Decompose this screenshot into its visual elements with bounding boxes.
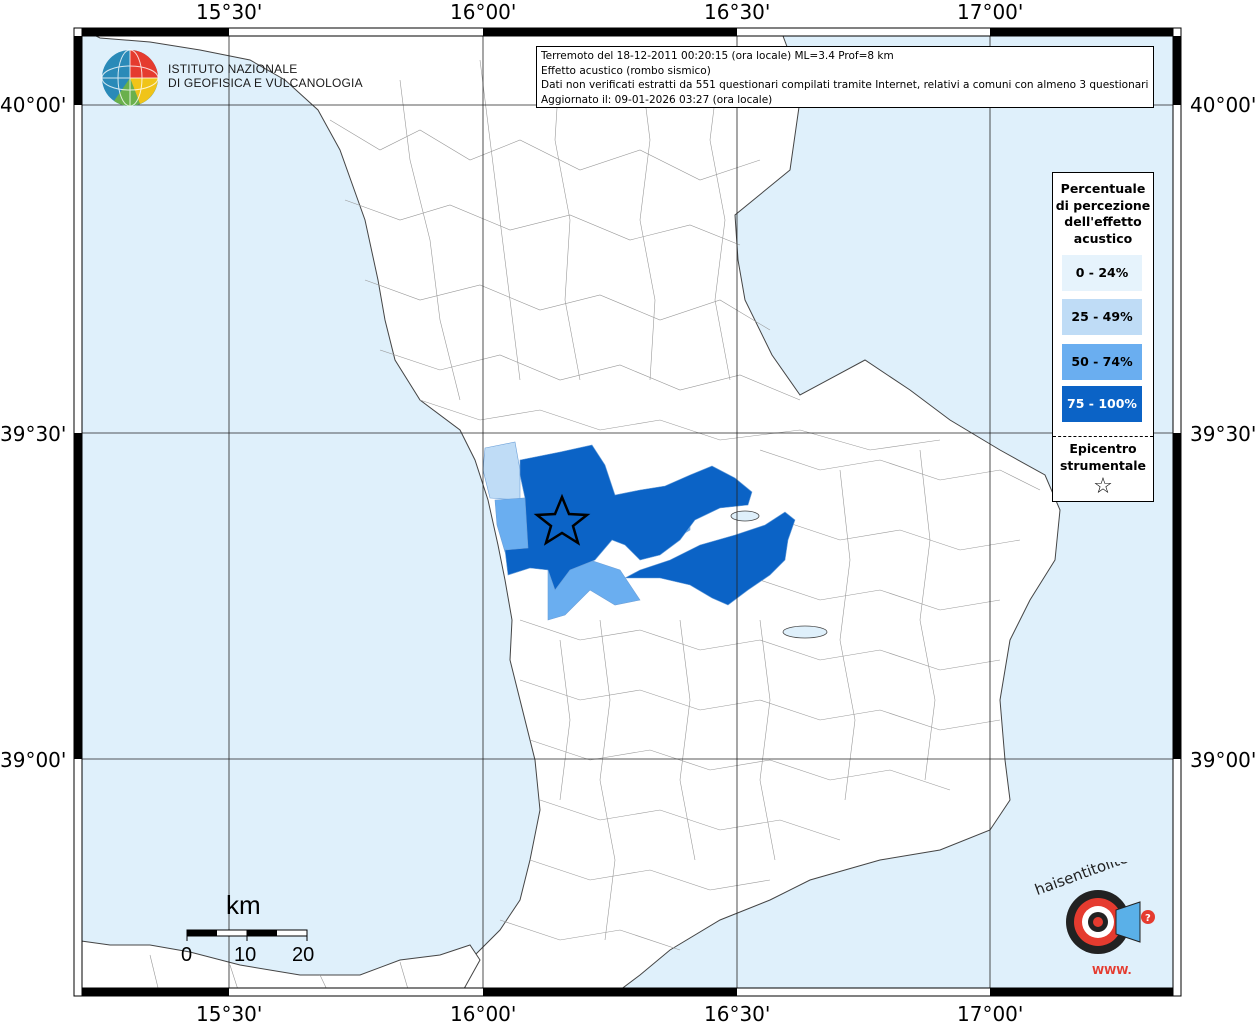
- legend-class-0-24: 0 - 24%: [1062, 255, 1142, 291]
- data-note: Dati non verificati estratti da 551 ques…: [541, 79, 1149, 91]
- lat-label-right: 39°30': [1190, 422, 1255, 446]
- lat-label-right: 40°00': [1190, 93, 1255, 117]
- lon-label-bottom: 17°00': [957, 1002, 1024, 1026]
- lon-label-top: 16°30': [704, 0, 771, 24]
- ingv-logo-text: ISTITUTO NAZIONALE DI GEOFISICA E VULCAN…: [168, 62, 363, 90]
- effect-type: Effetto acustico (rombo sismico): [541, 64, 711, 77]
- lon-label-bottom: 15°30': [196, 1002, 263, 1026]
- scale-bar-graphic: [186, 929, 308, 941]
- lon-label-top: 16°00': [450, 0, 517, 24]
- ingv-line2: DI GEOFISICA E VULCANOLOGIA: [168, 76, 363, 90]
- lon-label-top: 17°00': [957, 0, 1024, 24]
- lat-label-left: 39°30': [0, 422, 67, 446]
- haisentito-www: WWW.: [1092, 964, 1132, 977]
- epicenter-star-icon: ☆: [1093, 474, 1113, 499]
- scale-tick: 0: [181, 944, 193, 966]
- lat-label-right: 39°00': [1190, 748, 1255, 772]
- lake: [730, 510, 760, 522]
- legend-title-line: dell'effetto: [1064, 214, 1142, 229]
- ingv-logo-icon: [101, 49, 159, 107]
- legend-divider: [1053, 436, 1153, 437]
- lat-label-left: 40°00': [0, 93, 67, 117]
- scale-unit: km: [226, 890, 261, 920]
- legend-class-75-100: 75 - 100%: [1062, 386, 1142, 422]
- legend-title-line: Percentuale: [1060, 181, 1146, 196]
- event-info-box: Terremoto del 18-12-2011 00:20:15 (ora l…: [536, 46, 1154, 108]
- event-title: Terremoto del 18-12-2011 00:20:15 (ora l…: [541, 50, 894, 62]
- scale-tick: 10: [234, 944, 257, 966]
- epicenter-legend-label: Epicentro strumentale: [1053, 441, 1153, 474]
- scale-bar: km 0 10 20: [181, 890, 316, 970]
- lon-label-bottom: 16°00': [450, 1002, 517, 1026]
- epicenter-legend-line: Epicentro: [1069, 441, 1137, 456]
- lon-label-top: 15°30': [196, 0, 263, 24]
- area-0-24: [482, 441, 521, 501]
- legend: Percentuale di percezione dell'effetto a…: [1052, 172, 1154, 502]
- svg-text:?: ?: [1145, 913, 1151, 924]
- legend-title: Percentuale di percezione dell'effetto a…: [1053, 181, 1153, 247]
- haisentito-logo-icon: ? haisentitoilterremoto.it WWW.: [1032, 862, 1168, 977]
- ingv-line1: ISTITUTO NAZIONALE: [168, 62, 298, 76]
- legend-class-50-74: 50 - 74%: [1062, 344, 1142, 380]
- legend-class-25-49: 25 - 49%: [1062, 299, 1142, 335]
- update-time: Aggiornato il: 09-01-2026 03:27 (ora loc…: [541, 93, 773, 106]
- scale-tick: 20: [292, 944, 315, 966]
- legend-title-line: di percezione: [1055, 197, 1151, 213]
- legend-title-line: acustico: [1073, 230, 1133, 246]
- epicenter-legend-line: strumentale: [1059, 457, 1147, 473]
- lat-label-left: 39°00': [0, 748, 67, 772]
- lake: [782, 625, 828, 639]
- lon-label-bottom: 16°30': [704, 1002, 771, 1026]
